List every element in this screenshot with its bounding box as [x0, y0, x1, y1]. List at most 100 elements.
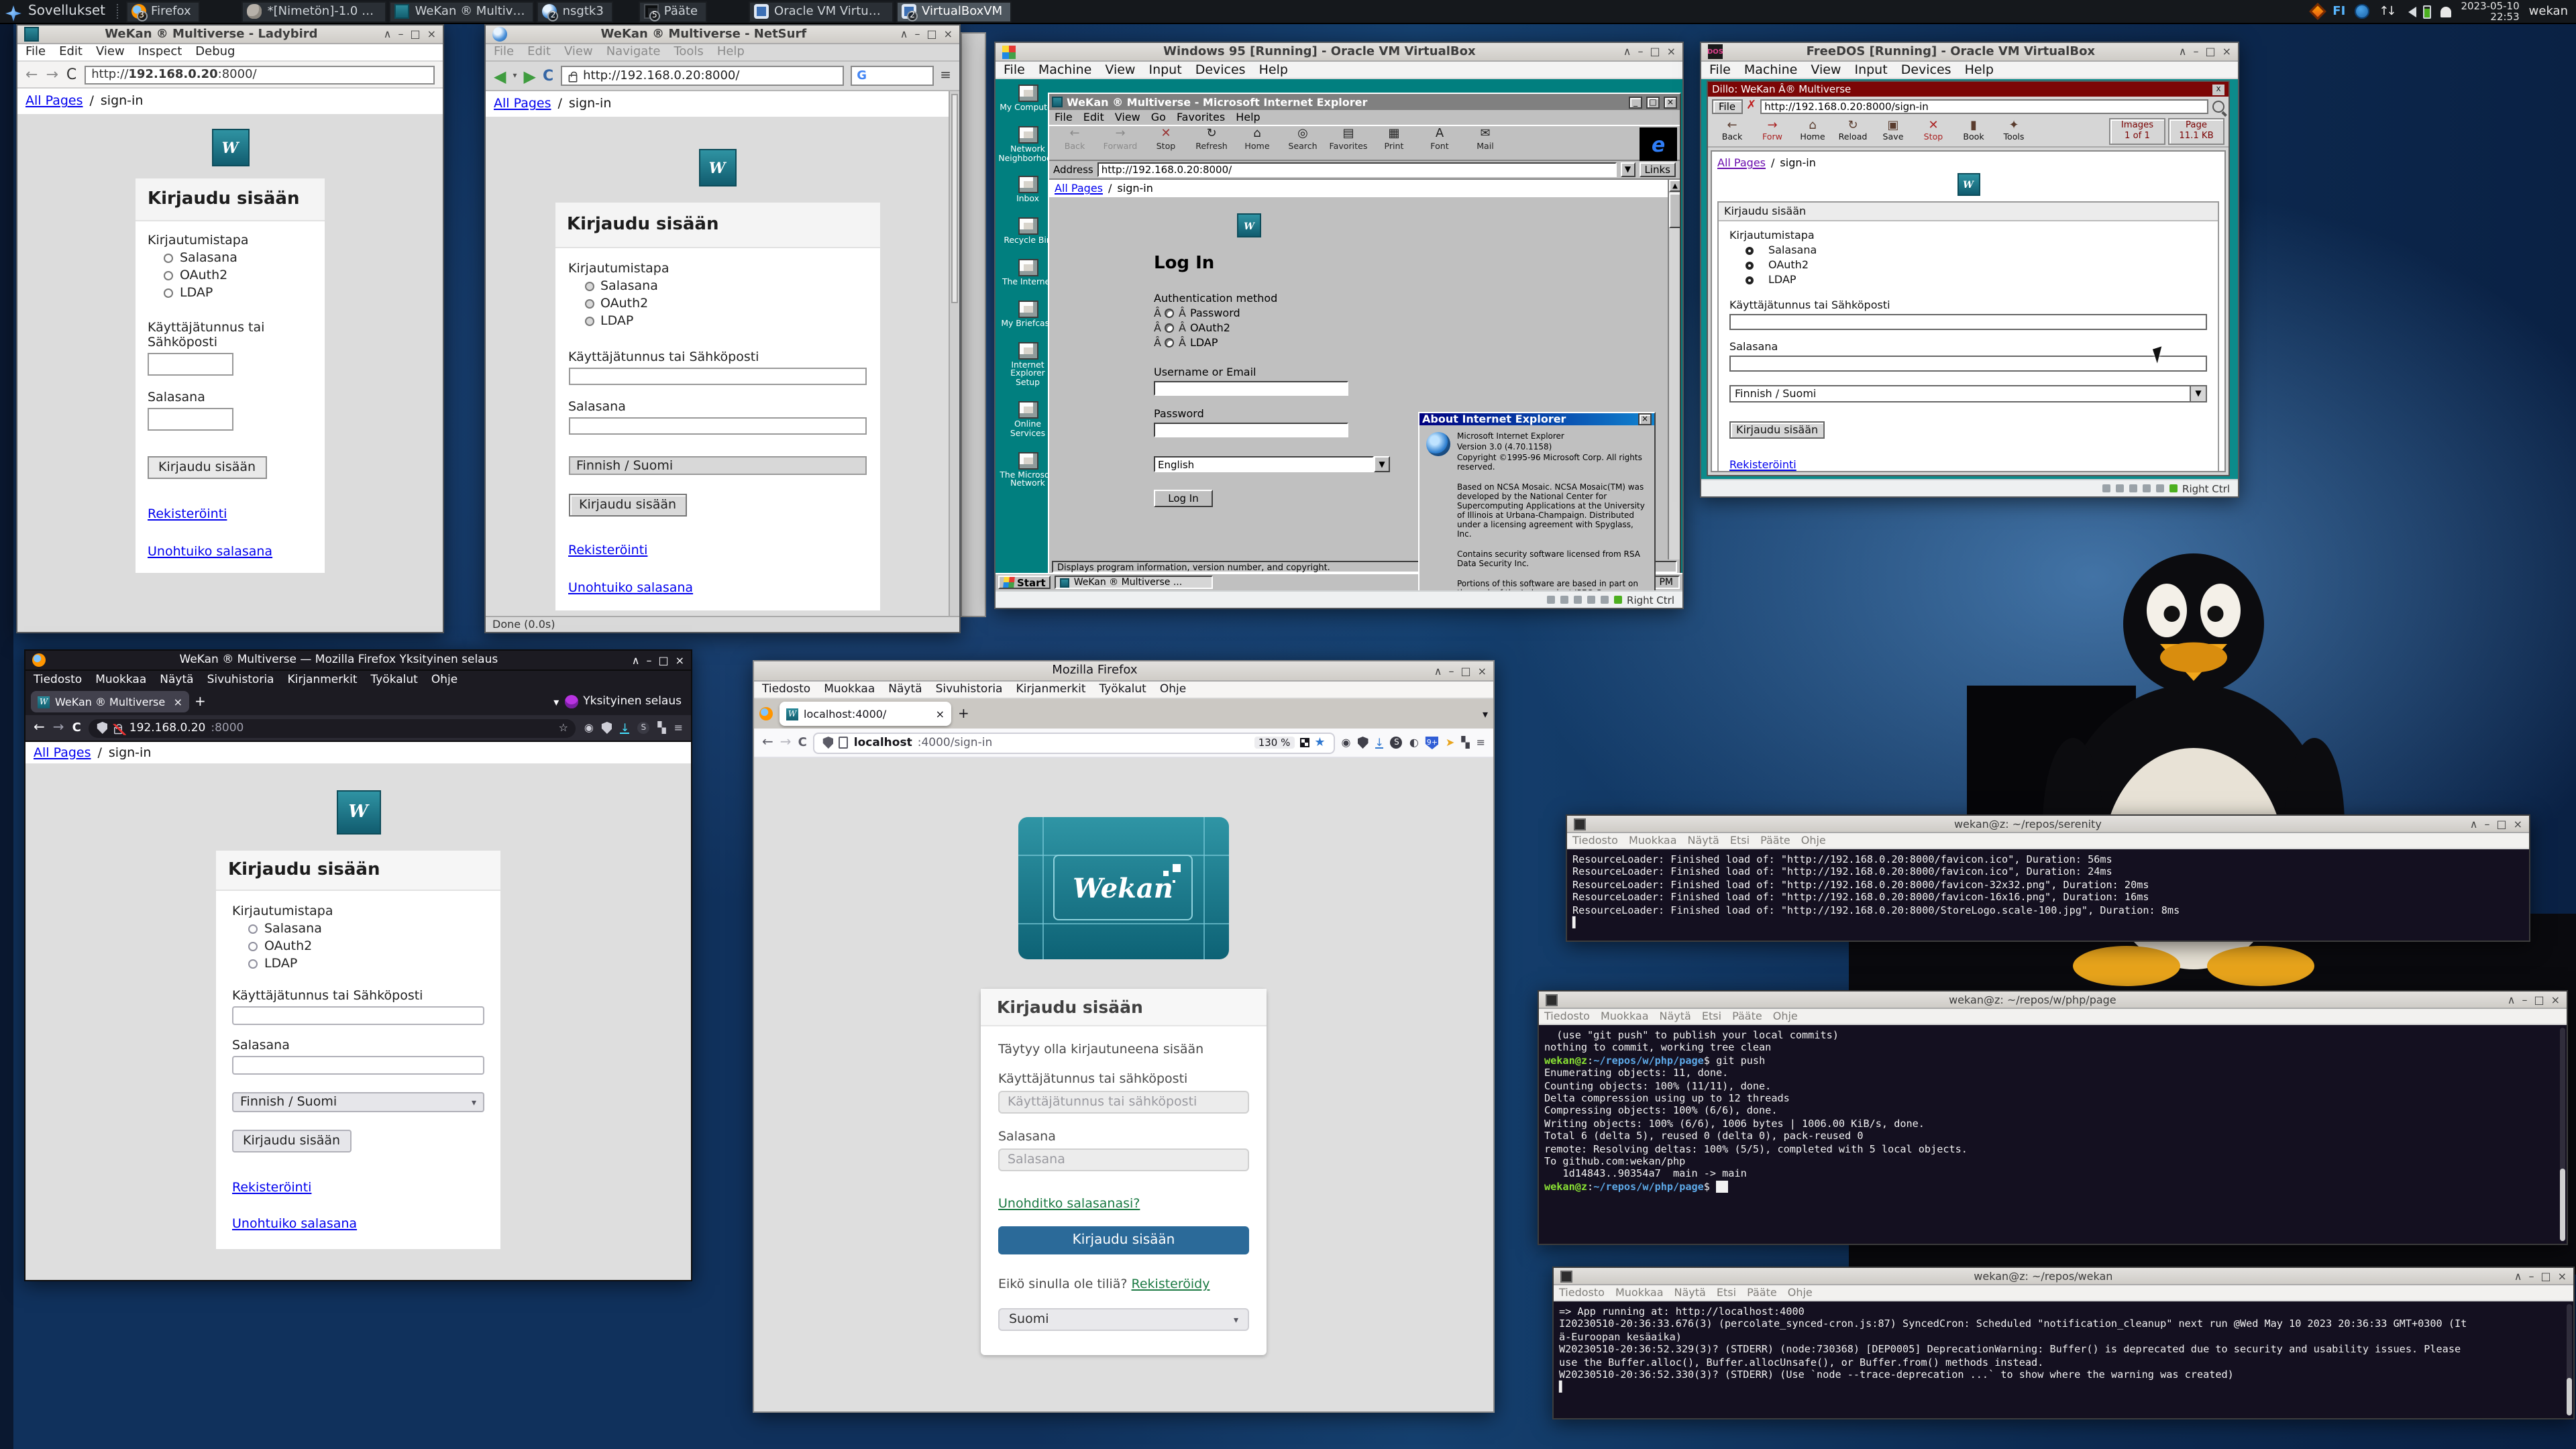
terminal-output[interactable]: (use "git push" to publish your local co…: [1539, 1025, 2567, 1244]
language-select[interactable]: Finnish / Suomi: [568, 456, 866, 475]
taskbar-window-button[interactable]: *[Nimetön]-1.0 (RGB-vä...: [242, 1, 387, 22]
window-controls[interactable]: ∧–□×: [2508, 994, 2560, 1006]
menu-item[interactable]: Navigate: [606, 46, 661, 59]
auth-method-option[interactable]: OAuth2: [164, 268, 313, 283]
menu-item[interactable]: Etsi: [1717, 1287, 1736, 1299]
scrollbar[interactable]: ▲: [1668, 180, 1680, 559]
ie-titlebar[interactable]: WeKan ® Multiverse - Microsoft Internet …: [1049, 94, 1680, 110]
menu-item[interactable]: View: [1811, 62, 1841, 77]
ie-toolbar-button[interactable]: ◎ Search: [1280, 127, 1326, 152]
new-tab-button[interactable]: +: [195, 694, 206, 709]
close-button[interactable]: ×: [1664, 96, 1677, 108]
minimize-button[interactable]: _: [1629, 96, 1642, 108]
maximize-button[interactable]: □: [1646, 96, 1660, 108]
address-input[interactable]: http://192.168.0.20:8000/: [1097, 162, 1617, 177]
ie-toolbar-button[interactable]: ✕ Stop: [1143, 127, 1189, 152]
firefox-titlebar[interactable]: WeKan ® Multiverse — Mozilla Firefox Yks…: [25, 651, 691, 671]
extension-shield-icon[interactable]: [1358, 737, 1368, 749]
ie-toolbar-button[interactable]: ✉ Mail: [1462, 127, 1508, 152]
menu-item[interactable]: Input: [1148, 62, 1181, 77]
dillo-toolbar-button[interactable]: ↻ Reload: [1833, 119, 1873, 142]
web-search-input[interactable]: G: [850, 66, 933, 86]
reload-icon[interactable]: C: [543, 67, 553, 85]
terminal-titlebar[interactable]: wekan@z: ~/repos/serenity ∧–□×: [1567, 816, 2529, 833]
auth-method-option[interactable]: Salasana: [248, 922, 484, 936]
ie-toolbar-button[interactable]: ↻ Refresh: [1189, 127, 1234, 152]
dillo-toolbar-button[interactable]: ✦ Tools: [1994, 119, 2034, 142]
menu-item[interactable]: File: [1055, 111, 1073, 123]
extension-eye-icon[interactable]: ◐: [1409, 737, 1419, 749]
menu-item[interactable]: Ohje: [1773, 1010, 1798, 1022]
back-icon[interactable]: ◀: [494, 66, 506, 85]
all-pages-link[interactable]: All Pages: [494, 97, 551, 111]
menu-icon[interactable]: ≡: [674, 722, 683, 734]
register-link[interactable]: Rekisteröinti: [568, 543, 647, 558]
password-input[interactable]: [148, 408, 233, 431]
downloads-icon[interactable]: ↓: [1375, 737, 1384, 748]
menu-item[interactable]: Devices: [1195, 62, 1246, 77]
forgot-password-link[interactable]: Unohtuiko salasana: [568, 581, 693, 596]
menu-item[interactable]: View: [564, 46, 593, 59]
extension-pointer-icon[interactable]: ➤: [1446, 737, 1454, 749]
forward-icon[interactable]: →: [53, 720, 64, 735]
auth-method-option[interactable]: Salasana: [584, 279, 866, 294]
dillo-toolbar-button[interactable]: ✕ Stop: [1913, 119, 1953, 142]
register-link[interactable]: Rekisteröinti: [232, 1181, 311, 1195]
password-input[interactable]: [568, 417, 866, 435]
extensions-puzzle-icon[interactable]: ▚: [657, 722, 665, 734]
url-bar[interactable]: 192.168.0.20 :8000 ☆: [89, 718, 576, 737]
firefox-titlebar[interactable]: Mozilla Firefox ∧–□×: [754, 661, 1493, 682]
menu-item[interactable]: Help: [717, 46, 745, 59]
menu-item[interactable]: Go: [1151, 111, 1166, 123]
forward-icon[interactable]: →: [780, 735, 792, 750]
forward-icon[interactable]: →: [46, 66, 58, 83]
sign-in-button[interactable]: Kirjaudu sisään: [232, 1130, 351, 1152]
menu-item[interactable]: Näytä: [160, 673, 193, 686]
menu-item[interactable]: Näytä: [888, 683, 922, 696]
tracking-protection-icon[interactable]: [97, 722, 108, 734]
hp-tray-icon[interactable]: [2355, 4, 2369, 19]
container-grid-icon[interactable]: [1299, 738, 1309, 747]
menu-item[interactable]: Työkalut: [371, 673, 418, 686]
password-input[interactable]: Salasana: [998, 1148, 1249, 1171]
menu-item[interactable]: View: [96, 46, 125, 59]
register-link[interactable]: Rekisteröidy: [1132, 1277, 1210, 1292]
menu-item[interactable]: Näytä: [1674, 1287, 1706, 1299]
close-button[interactable]: ×: [1638, 413, 1652, 425]
tab-close-icon[interactable]: ×: [174, 696, 182, 708]
extensions-puzzle-icon[interactable]: ▚: [1461, 737, 1469, 749]
ie-toolbar-button[interactable]: → Forward: [1097, 127, 1143, 152]
menu-icon[interactable]: ≡: [940, 68, 951, 83]
extension-fingerprint-icon[interactable]: ◉: [584, 722, 594, 734]
keyboard-layout-indicator[interactable]: FI: [2332, 5, 2345, 18]
register-link[interactable]: Rekisteröinti: [1729, 459, 1796, 471]
menu-item[interactable]: Ohje: [1788, 1287, 1813, 1299]
menu-item[interactable]: Machine: [1038, 62, 1092, 77]
sign-in-button[interactable]: Kirjaudu sisään: [1729, 421, 1825, 439]
back-icon[interactable]: ←: [762, 735, 773, 750]
menu-item[interactable]: Muokkaa: [1601, 1010, 1649, 1022]
dialog-titlebar[interactable]: About Internet Explorer ×: [1419, 413, 1654, 425]
menu-item[interactable]: Machine: [1744, 62, 1798, 77]
all-pages-link[interactable]: All Pages: [34, 745, 91, 760]
sign-in-button[interactable]: Log In: [1154, 490, 1213, 507]
menu-item[interactable]: Työkalut: [1099, 683, 1146, 696]
auth-method-option[interactable]: OAuth2: [248, 939, 484, 954]
tab-close-icon[interactable]: ×: [936, 708, 945, 720]
url-input[interactable]: http://192.168.0.20:8000/: [85, 65, 435, 84]
terminal-output[interactable]: => App running at: http://localhost:4000…: [1554, 1301, 2573, 1418]
menu-item[interactable]: Input: [1854, 62, 1887, 77]
reload-icon[interactable]: C: [72, 721, 81, 735]
dillo-toolbar-button[interactable]: ▮ Book: [1953, 119, 1994, 142]
menu-item[interactable]: Muokkaa: [95, 673, 146, 686]
sign-in-button[interactable]: Kirjaudu sisään: [998, 1226, 1249, 1254]
back-dropdown-icon[interactable]: ▾: [513, 71, 517, 80]
terminal-titlebar[interactable]: wekan@z: ~/repos/w/php/page ∧–□×: [1539, 991, 2567, 1009]
menu-item[interactable]: File: [494, 46, 514, 59]
search-icon[interactable]: [2212, 100, 2224, 112]
vbox-titlebar[interactable]: Windows 95 [Running] - Oracle VM Virtual…: [996, 43, 1682, 62]
menu-item[interactable]: File: [25, 46, 46, 59]
back-icon[interactable]: ←: [34, 720, 45, 735]
menu-item[interactable]: Inspect: [138, 46, 182, 59]
sign-in-button[interactable]: Kirjaudu sisään: [568, 494, 687, 517]
